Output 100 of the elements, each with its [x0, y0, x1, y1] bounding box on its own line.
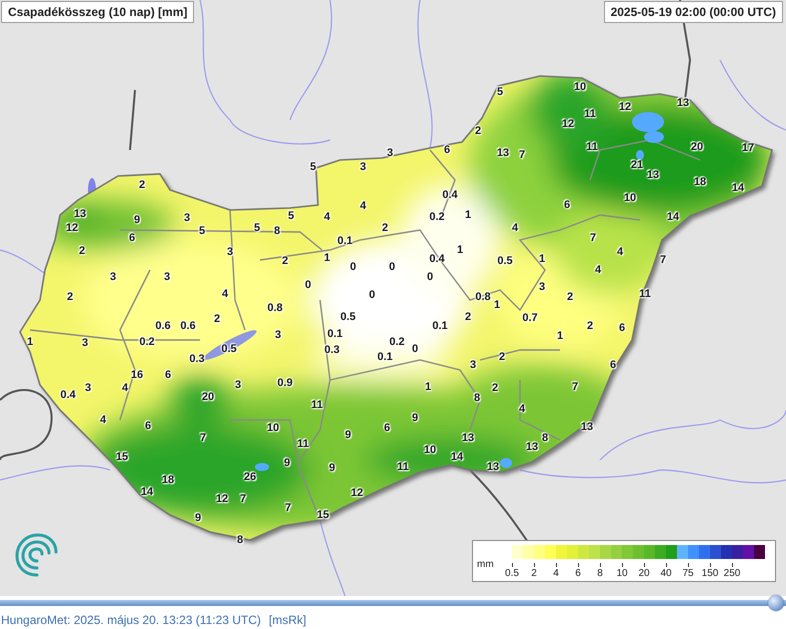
- precipitation-value: 3: [164, 271, 170, 283]
- precipitation-value: 1: [456, 244, 464, 256]
- precipitation-value: 26: [244, 471, 256, 483]
- precipitation-value: 13: [526, 441, 538, 453]
- precipitation-value: 7: [284, 502, 292, 514]
- precipitation-value: 9: [344, 429, 352, 441]
- precipitation-value: 18: [694, 176, 706, 188]
- scale-label: 150: [702, 568, 718, 579]
- precipitation-value: 11: [639, 288, 651, 300]
- precipitation-value: 11: [297, 438, 309, 450]
- precipitation-value: 9: [284, 457, 290, 469]
- precipitation-value: 4: [324, 211, 330, 223]
- precipitation-value: 4: [518, 403, 526, 415]
- precipitation-value: 0.5: [221, 343, 237, 355]
- precipitation-value: 11: [311, 399, 323, 411]
- precipitation-value: 21: [630, 159, 644, 171]
- precipitation-value: 17: [742, 142, 754, 154]
- precipitation-value: 5: [288, 210, 294, 222]
- precipitation-value: 4: [100, 414, 106, 426]
- precipitation-value: 0.4: [442, 189, 458, 201]
- footer-text: HungaroMet: 2025. május 20. 13:23 (11:23 UTC): [1, 612, 261, 626]
- precipitation-value: 3: [234, 379, 242, 391]
- precipitation-value: 6: [618, 322, 626, 334]
- precipitation-value: 0.9: [277, 377, 293, 389]
- precipitation-value: 3: [470, 359, 476, 371]
- precipitation-value: 4: [360, 200, 366, 212]
- precipitation-value: 1: [26, 336, 34, 348]
- scale-label: 75: [682, 568, 694, 579]
- scale-label: 10: [616, 568, 628, 579]
- precipitation-value: 11: [584, 108, 596, 120]
- precipitation-value: 1: [464, 209, 472, 221]
- precipitation-value: 13: [580, 421, 594, 433]
- scale-label: 20: [638, 568, 650, 579]
- precipitation-value: 0.2: [389, 336, 405, 348]
- precipitation-value: 7: [660, 254, 666, 266]
- precipitation-value: 6: [164, 369, 172, 381]
- precipitation-value: 6: [144, 420, 152, 432]
- precipitation-value: 2: [382, 222, 388, 234]
- precipitation-value: 2: [492, 382, 498, 394]
- precipitation-value: 1: [424, 381, 432, 393]
- precipitation-value: 1: [324, 252, 330, 264]
- precipitation-value: 5: [198, 225, 206, 237]
- precipitation-value: 6: [444, 144, 450, 156]
- precipitation-value: 0: [412, 343, 418, 355]
- precipitation-value: 12: [350, 487, 364, 499]
- precipitation-value: 3: [184, 212, 190, 224]
- precipitation-value: 15: [316, 509, 330, 521]
- precipitation-value: 10: [266, 422, 280, 434]
- precipitation-value: 0.4: [60, 389, 76, 401]
- precipitation-value: 6: [610, 359, 616, 371]
- precipitation-value: 0.7: [522, 312, 538, 324]
- precipitation-value: 0.1: [327, 328, 343, 340]
- precipitation-value: 0.8: [475, 291, 491, 303]
- precipitation-value: 13: [676, 97, 690, 109]
- precipitation-value: 0.5: [497, 255, 513, 267]
- precipitation-value: 0.2: [139, 336, 155, 348]
- precipitation-value: 10: [624, 192, 636, 204]
- precipitation-value: 3: [110, 271, 116, 283]
- precipitation-value: 16: [130, 369, 144, 381]
- precipitation-value: 9: [134, 214, 140, 226]
- precipitation-value: 0: [304, 279, 312, 291]
- precipitation-value: 9: [412, 412, 418, 424]
- precipitation-value: 1: [494, 299, 500, 311]
- precipitation-value: 14: [450, 451, 464, 463]
- precipitation-value: 12: [216, 493, 228, 505]
- precipitation-value: 3: [84, 382, 92, 394]
- precipitation-value: 13: [646, 169, 660, 181]
- precipitation-value: 3: [538, 281, 546, 293]
- unit-label: mm: [477, 559, 494, 570]
- footer-link[interactable]: [msRk]: [268, 612, 306, 626]
- precipitation-value: 0.3: [189, 353, 205, 365]
- precipitation-value: 6: [384, 422, 390, 434]
- precipitation-value: 12: [66, 222, 78, 234]
- precipitation-value: 0.1: [377, 351, 393, 363]
- precipitation-value: 0.8: [267, 302, 283, 314]
- precipitation-value: 5: [496, 86, 504, 98]
- precipitation-value: 12: [618, 101, 632, 113]
- precipitation-value: 1: [538, 253, 546, 265]
- precipitation-value: 20: [202, 391, 214, 403]
- precipitation-value: 11: [586, 141, 598, 153]
- precipitation-value: 2: [66, 291, 74, 303]
- precipitation-value: 13: [486, 461, 500, 473]
- scale-label: 6: [575, 568, 581, 579]
- precipitation-value: 14: [140, 486, 154, 498]
- timeline-track[interactable]: [0, 595, 786, 611]
- precipitation-value: 9: [194, 512, 202, 524]
- scale-label: 40: [660, 568, 672, 579]
- precipitation-value: 3: [274, 329, 282, 341]
- precipitation-value: 5: [254, 222, 260, 234]
- timeline-handle[interactable]: [768, 595, 784, 611]
- precipitation-value: 0.1: [432, 320, 448, 332]
- precipitation-value: 10: [424, 444, 436, 456]
- precipitation-value: 5: [310, 161, 316, 173]
- precipitation-value: 8: [236, 534, 244, 546]
- precipitation-value: 13: [462, 432, 474, 444]
- precipitation-value: 2: [78, 245, 86, 257]
- precipitation-value: 6: [564, 199, 570, 211]
- precipitation-value: 12: [562, 118, 574, 130]
- precipitation-value: 3: [386, 147, 394, 159]
- precipitation-value: 0: [426, 271, 434, 283]
